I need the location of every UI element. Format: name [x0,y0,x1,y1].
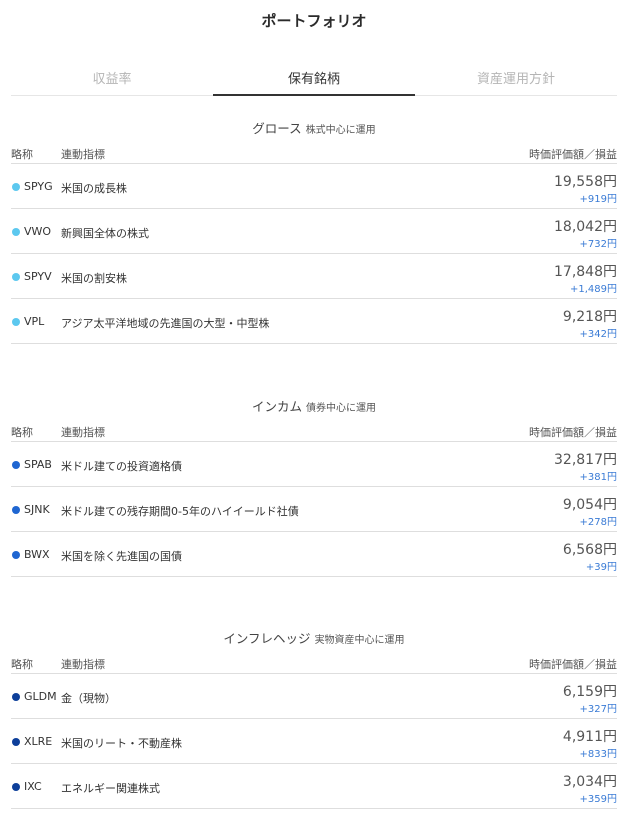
color-dot [12,461,20,469]
header-value: 時価評価額／損益 [529,658,617,671]
ticker: SPYG [24,180,53,193]
color-dot [12,318,20,326]
section-title: インフレヘッジ 実物資産中心に運用 [11,624,617,650]
market-value: 17,848円 [554,264,617,280]
header-index: 連動指標 [61,426,105,439]
holding-row-xlre[interactable]: XLRE 米国のリート・不動産株 4,911円 +833円 [11,719,617,764]
market-value: 19,558円 [554,174,617,190]
holding-row-vwo[interactable]: VWO 新興国全体の株式 18,042円 +732円 [11,209,617,254]
tab-bar: 収益率 保有銘柄 資産運用方針 [11,56,617,96]
header-abbr: 略称 [11,148,33,161]
tab-return-rate[interactable]: 収益率 [11,56,213,95]
table-header: 略称 連動指標 時価評価額／損益 [11,650,617,674]
ticker: SJNK [24,503,50,516]
tab-investment-policy[interactable]: 資産運用方針 [415,56,617,95]
market-value: 4,911円 [562,729,617,745]
gain: +1,489円 [569,284,617,295]
market-value: 9,218円 [562,309,617,325]
section-income: インカム 債券中心に運用 略称 連動指標 時価評価額／損益 SPAB 米ドル建ての… [11,392,617,577]
section-subtitle: 株式中心に運用 [305,125,376,136]
header-index: 連動指標 [61,148,105,161]
holding-row-spyg[interactable]: SPYG 米国の成長株 19,558円 +919円 [11,164,617,209]
gain: +919円 [579,194,617,205]
gain: +359円 [579,794,617,805]
section-title: インカム 債券中心に運用 [11,392,617,418]
header-value: 時価評価額／損益 [529,426,617,439]
color-dot [12,783,20,791]
holding-row-bwx[interactable]: BWX 米国を除く先進国の国債 6,568円 +39円 [11,532,617,577]
ticker: VPL [24,315,45,328]
ticker: VWO [24,225,52,238]
market-value: 18,042円 [554,219,617,235]
color-dot [12,551,20,559]
color-dot [12,183,20,191]
gain: +278円 [579,517,617,528]
gain: +833円 [579,749,617,760]
ticker: BWX [24,548,50,561]
ticker: SPAB [24,458,52,471]
header-abbr: 略称 [11,426,33,439]
market-value: 32,817円 [554,452,617,468]
ticker: GLDM [24,690,57,703]
color-dot [12,738,20,746]
header-index: 連動指標 [61,658,105,671]
table-header: 略称 連動指標 時価評価額／損益 [11,418,617,442]
table-header: 略称 連動指標 時価評価額／損益 [11,140,617,164]
gain: +381円 [579,472,617,483]
index-name: 米ドル建ての残存期間0-5年のハイイールド社債 [61,505,299,518]
gain: +327円 [579,704,617,715]
color-dot [12,693,20,701]
index-name: 米ドル建ての投資適格債 [61,460,182,473]
tab-holdings[interactable]: 保有銘柄 [213,56,415,96]
section-subtitle: 実物資産中心に運用 [314,635,405,646]
market-value: 6,159円 [562,684,617,700]
index-name: 米国の成長株 [61,182,127,195]
section-name: インフレヘッジ [223,631,311,646]
color-dot [12,228,20,236]
index-name: 米国のリート・不動産株 [61,737,182,750]
index-name: 金（現物） [61,692,116,705]
holding-row-gldm[interactable]: GLDM 金（現物） 6,159円 +327円 [11,674,617,719]
index-name: 新興国全体の株式 [61,227,149,240]
color-dot [12,506,20,514]
section-name: インカム [251,399,302,414]
gain: +342円 [579,329,617,340]
market-value: 6,568円 [562,542,617,558]
gain: +39円 [585,562,617,573]
market-value: 9,054円 [562,497,617,513]
section-title: グロース 株式中心に運用 [11,114,617,140]
holding-row-spyv[interactable]: SPYV 米国の割安株 17,848円 +1,489円 [11,254,617,299]
holding-row-sjnk[interactable]: SJNK 米ドル建ての残存期間0-5年のハイイールド社債 9,054円 +278… [11,487,617,532]
holding-row-spab[interactable]: SPAB 米ドル建ての投資適格債 32,817円 +381円 [11,442,617,487]
color-dot [12,273,20,281]
index-name: アジア太平洋地域の先進国の大型・中型株 [61,317,270,330]
index-name: 米国を除く先進国の国債 [61,550,182,563]
market-value: 3,034円 [562,774,617,790]
index-name: エネルギー関連株式 [61,782,160,795]
gain: +732円 [579,239,617,250]
ticker: SPYV [24,270,52,283]
header-value: 時価評価額／損益 [529,148,617,161]
section-name: グロース [252,121,302,136]
ticker: XLRE [24,735,53,748]
index-name: 米国の割安株 [61,272,127,285]
holding-row-ixc[interactable]: IXC エネルギー関連株式 3,034円 +359円 [11,764,617,809]
section-subtitle: 債券中心に運用 [306,403,376,414]
holding-row-vpl[interactable]: VPL アジア太平洋地域の先進国の大型・中型株 9,218円 +342円 [11,299,617,344]
ticker: IXC [24,780,42,793]
page-title: ポートフォリオ [261,12,367,30]
section-growth: グロース 株式中心に運用 略称 連動指標 時価評価額／損益 SPYG 米国の成長株… [11,114,617,344]
header-abbr: 略称 [11,658,33,671]
section-inflation-hedge: インフレヘッジ 実物資産中心に運用 略称 連動指標 時価評価額／損益 GLDM 金… [11,624,617,809]
